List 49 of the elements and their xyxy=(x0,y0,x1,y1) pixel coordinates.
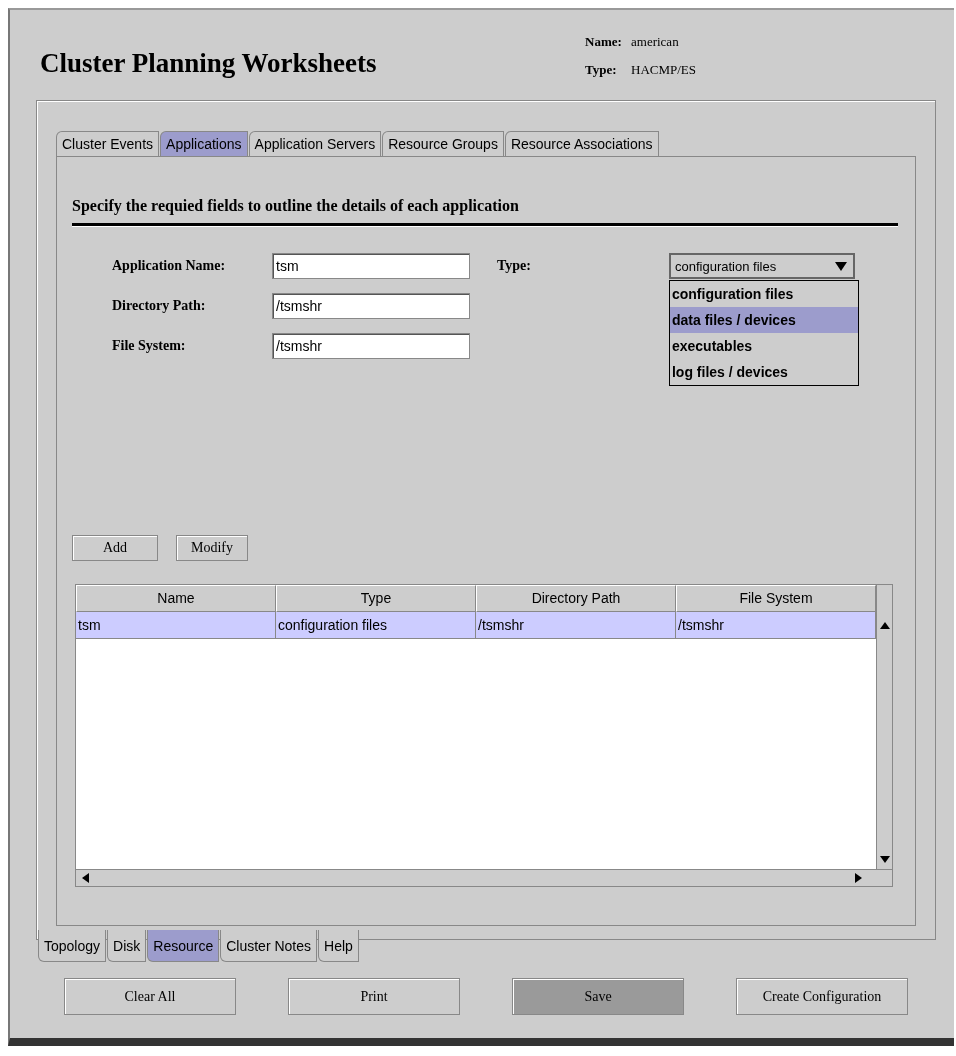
table-row[interactable]: tsm configuration files /tsmshr /tsmshr xyxy=(76,612,876,639)
tab[interactable]: Applications xyxy=(160,131,248,156)
field-label: File System: xyxy=(112,338,187,354)
table-cell: /tsmshr xyxy=(476,612,676,638)
tab[interactable]: Application Servers xyxy=(248,131,382,156)
info-value: american xyxy=(631,34,679,50)
scroll-left-icon[interactable] xyxy=(82,873,89,883)
tab[interactable]: Resource Groups xyxy=(382,131,504,156)
vertical-scrollbar[interactable] xyxy=(876,612,892,869)
action-button[interactable]: Print xyxy=(288,978,460,1015)
info-label: Name: xyxy=(585,34,623,50)
field-label: Type: xyxy=(497,258,531,275)
tab[interactable]: Topology xyxy=(38,930,107,962)
caret-icon xyxy=(834,261,847,271)
action-button[interactable]: Modify xyxy=(176,535,248,561)
tab[interactable]: Resource xyxy=(147,930,220,962)
field-label: Application Name: xyxy=(112,258,227,274)
info-value: HACMP/ES xyxy=(631,62,697,78)
column-header[interactable]: Directory Path xyxy=(476,585,676,612)
info-label: Type: xyxy=(585,62,618,78)
window-title: Cluster Planning Worksheets xyxy=(40,48,378,80)
tab[interactable]: Disk xyxy=(107,930,147,962)
input-field[interactable]: tsm xyxy=(272,253,470,279)
action-button[interactable]: Add xyxy=(72,535,158,561)
dropdown-option[interactable]: configuration files xyxy=(669,281,858,307)
dropdown-option[interactable]: log files / devices xyxy=(669,359,858,385)
type-dropdown[interactable]: configuration files xyxy=(668,253,855,279)
tab[interactable]: Cluster Events xyxy=(56,131,160,156)
horizontal-scrollbar[interactable] xyxy=(76,869,892,886)
tab[interactable]: Cluster Notes xyxy=(220,930,317,962)
dropdown-option[interactable]: data files / devices xyxy=(669,307,858,333)
column-header[interactable]: Name xyxy=(76,585,276,612)
action-button[interactable]: Save xyxy=(512,978,684,1015)
tab[interactable]: Resource Associations xyxy=(504,131,659,156)
action-button[interactable]: Clear All xyxy=(64,978,236,1015)
scroll-down-icon[interactable] xyxy=(879,856,890,863)
input-field[interactable]: /tsmshr xyxy=(272,333,470,359)
scroll-right-icon[interactable] xyxy=(855,873,862,883)
column-header[interactable]: File System xyxy=(676,585,876,612)
action-button[interactable]: Create Configuration xyxy=(736,978,908,1015)
scroll-up-icon[interactable] xyxy=(879,622,890,629)
table-cell: tsm xyxy=(76,612,276,638)
dropdown-option[interactable]: executables xyxy=(669,333,858,359)
input-field[interactable]: /tsmshr xyxy=(272,293,470,319)
column-header[interactable]: Type xyxy=(276,585,476,612)
field-label: Directory Path: xyxy=(112,298,207,314)
tab[interactable]: Help xyxy=(318,930,359,962)
table-cell: configuration files xyxy=(276,612,476,638)
section-heading: Specify the requied fields to outline the details of each application xyxy=(72,197,520,215)
